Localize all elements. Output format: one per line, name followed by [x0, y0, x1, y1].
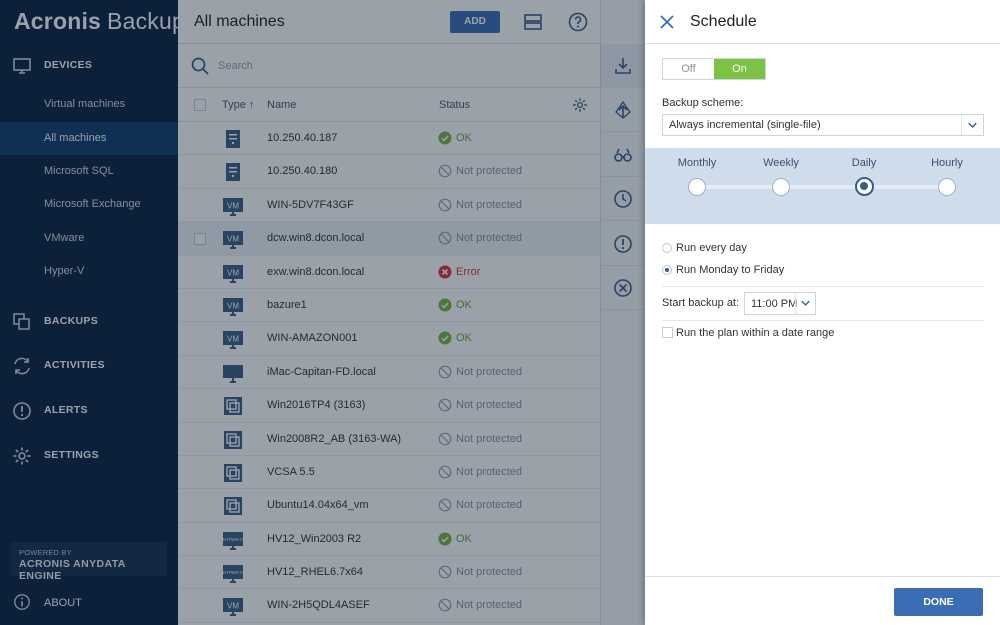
divider — [662, 320, 984, 321]
panel-footer: DONE — [645, 576, 1000, 625]
schedule-panel: Schedule Off On Backup scheme: Always in… — [645, 0, 1000, 625]
panel-title: Schedule — [690, 13, 757, 30]
start-time-value: 11:00 PM — [751, 298, 798, 310]
frequency-daily-stop[interactable] — [855, 177, 874, 196]
chevron-down-icon — [795, 293, 810, 314]
start-time-picker[interactable]: 11:00 PM — [744, 292, 816, 315]
date-range-checkbox[interactable] — [662, 327, 673, 338]
start-backup-label: Start backup at: — [662, 297, 740, 309]
divider — [662, 286, 984, 287]
close-icon[interactable] — [657, 12, 677, 32]
run-monday-friday-label: Run Monday to Friday — [676, 264, 785, 276]
frequency-track — [697, 185, 947, 189]
backup-scheme-select[interactable]: Always incremental (single-file) — [662, 114, 984, 136]
frequency-label-hourly: Hourly — [931, 157, 963, 169]
schedule-toggle[interactable]: Off On — [662, 58, 766, 80]
frequency-weekly-stop[interactable] — [772, 178, 790, 196]
run-every-day-label: Run every day — [676, 242, 747, 254]
date-range-label: Run the plan within a date range — [676, 327, 835, 339]
panel-header: Schedule — [645, 0, 1000, 44]
run-monday-friday-radio[interactable] — [662, 265, 672, 275]
toggle-on[interactable]: On — [714, 59, 765, 79]
backup-scheme-value: Always incremental (single-file) — [669, 119, 821, 131]
frequency-label-weekly: Weekly — [763, 157, 799, 169]
backup-scheme-label: Backup scheme: — [662, 97, 744, 109]
frequency-label-monthly: Monthly — [677, 157, 717, 169]
frequency-slider: Monthly Weekly Daily Hourly — [645, 148, 1000, 224]
frequency-hourly-stop[interactable] — [938, 178, 956, 196]
frequency-label-daily: Daily — [851, 157, 877, 169]
toggle-off[interactable]: Off — [663, 59, 714, 79]
run-every-day-radio[interactable] — [662, 243, 672, 253]
modal-overlay — [0, 0, 645, 625]
frequency-monthly-stop[interactable] — [688, 178, 706, 196]
chevron-down-icon — [961, 115, 977, 135]
done-button[interactable]: DONE — [894, 588, 983, 616]
